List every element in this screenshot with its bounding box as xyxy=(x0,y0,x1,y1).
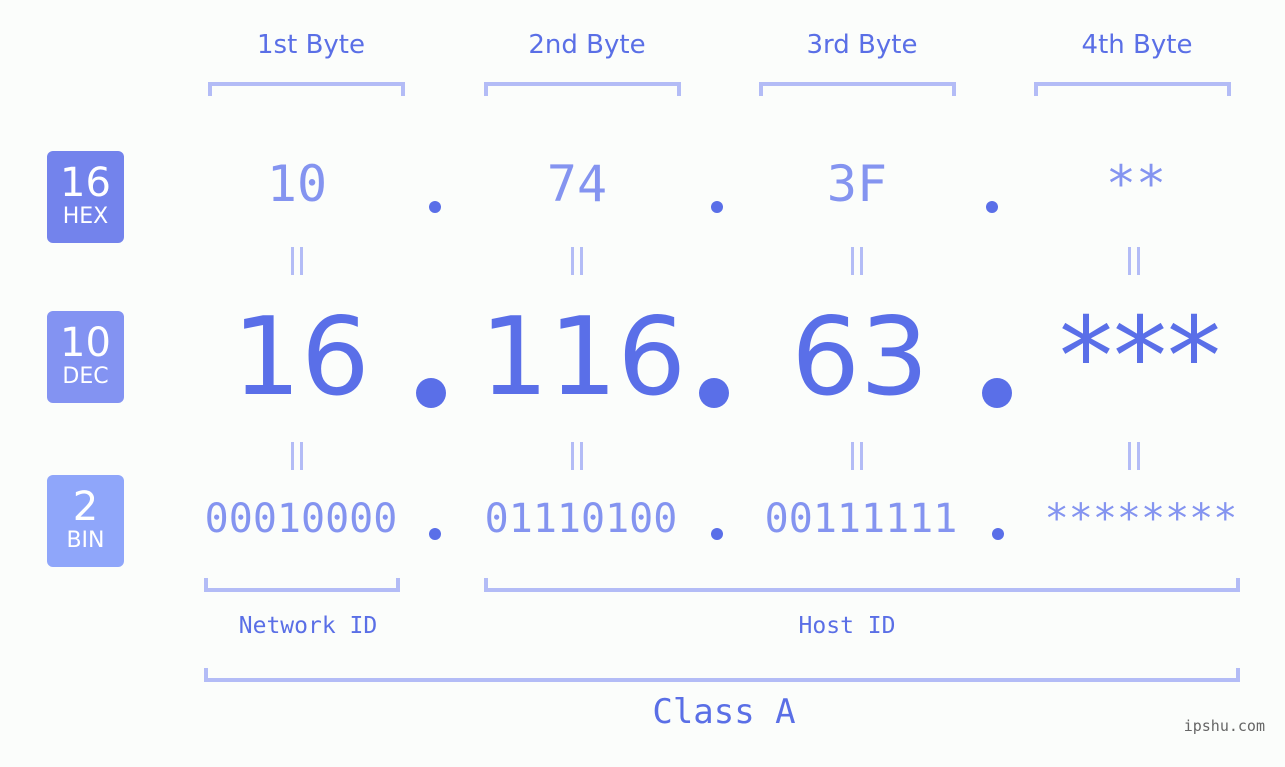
dec-byte-2: 116 xyxy=(479,295,687,420)
host-id-bracket xyxy=(484,578,1240,592)
equals-icon xyxy=(291,247,303,275)
hex-byte-3: 3F xyxy=(826,155,888,213)
header-byte-2: 2nd Byte xyxy=(528,30,646,60)
hex-byte-2: 74 xyxy=(546,155,608,213)
bin-byte-4: ******** xyxy=(1044,496,1238,542)
bin-badge: 2 BIN xyxy=(47,475,124,567)
dec-badge: 10 DEC xyxy=(47,311,124,403)
bin-badge-label: BIN xyxy=(66,528,105,553)
dec-dot-2 xyxy=(699,378,729,408)
bin-dot-1 xyxy=(429,528,441,540)
header-byte-1: 1st Byte xyxy=(257,30,365,60)
bracket-byte-3 xyxy=(759,82,956,96)
bin-byte-2: 01110100 xyxy=(484,496,678,542)
network-id-label: Network ID xyxy=(238,613,378,639)
dec-badge-label: DEC xyxy=(62,364,109,389)
network-id-bracket xyxy=(204,578,400,592)
dec-byte-4: *** xyxy=(1059,295,1221,420)
bracket-byte-4 xyxy=(1034,82,1231,96)
hex-byte-1: 10 xyxy=(266,155,328,213)
hex-badge: 16 HEX xyxy=(47,151,124,243)
class-bracket xyxy=(204,668,1240,682)
equals-icon xyxy=(851,247,863,275)
dec-byte-1: 16 xyxy=(232,295,370,420)
hex-badge-num: 16 xyxy=(60,160,111,206)
dec-dot-1 xyxy=(416,378,446,408)
hex-badge-label: HEX xyxy=(62,204,109,229)
watermark: ipshu.com xyxy=(1183,717,1265,735)
bracket-byte-2 xyxy=(484,82,681,96)
equals-icon xyxy=(571,442,583,470)
hex-byte-4: ** xyxy=(1105,155,1167,213)
dec-byte-3: 63 xyxy=(791,295,929,420)
dec-badge-num: 10 xyxy=(60,320,111,366)
equals-icon xyxy=(571,247,583,275)
class-label: Class A xyxy=(652,692,796,732)
header-byte-4: 4th Byte xyxy=(1081,30,1193,60)
bin-badge-num: 2 xyxy=(72,484,99,530)
bin-dot-3 xyxy=(992,528,1004,540)
hex-dot-3 xyxy=(986,201,998,213)
equals-icon xyxy=(1128,247,1140,275)
equals-icon xyxy=(291,442,303,470)
bin-byte-1: 00010000 xyxy=(204,496,398,542)
bracket-byte-1 xyxy=(208,82,405,96)
bin-dot-2 xyxy=(711,528,723,540)
hex-dot-2 xyxy=(711,201,723,213)
hex-dot-1 xyxy=(429,201,441,213)
bin-byte-3: 00111111 xyxy=(764,496,958,542)
dec-dot-3 xyxy=(982,378,1012,408)
host-id-label: Host ID xyxy=(798,613,896,639)
equals-icon xyxy=(1128,442,1140,470)
header-byte-3: 3rd Byte xyxy=(806,30,918,60)
equals-icon xyxy=(851,442,863,470)
